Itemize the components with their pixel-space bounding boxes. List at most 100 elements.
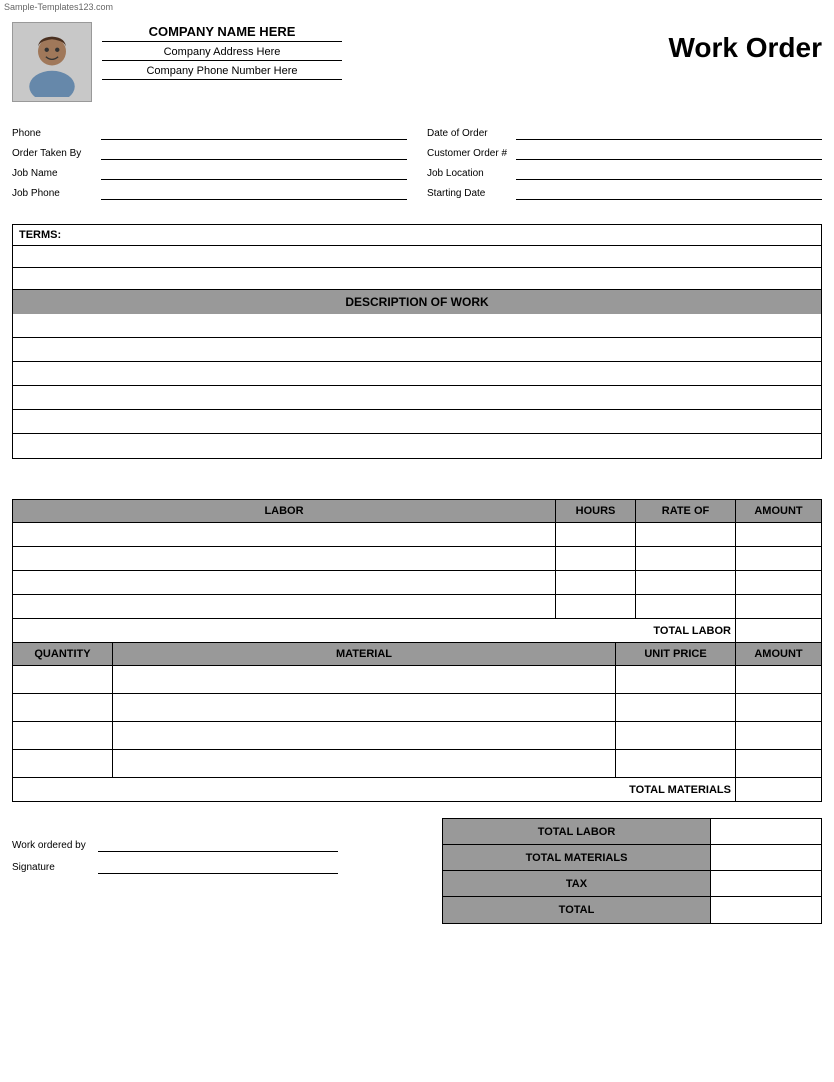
job-phone-label: Job Phone [12,188,97,199]
summary-value-total-materials[interactable] [711,845,821,870]
terms-header: TERMS: [13,225,821,246]
job-phone-field: Job Phone [12,186,407,200]
form-row-3: Job Name Job Location [12,166,822,180]
form-row-4: Job Phone Starting Date [12,186,822,200]
materials-data-row-1[interactable] [13,665,821,693]
labor-col-header-amount: AMOUNT [736,500,821,522]
labor-total-value[interactable] [736,619,821,642]
summary-label-tax: TAX [443,871,711,896]
form-row-1: Phone Date of Order [12,126,822,140]
labor-cell-4-3[interactable] [636,595,736,618]
date-of-order-label: Date of Order [427,128,512,139]
mat-cell-4-1[interactable] [13,750,113,777]
phone-input-line[interactable] [101,126,407,140]
date-of-order-input-line[interactable] [516,126,822,140]
materials-header-row: QUANTITY MATERIAL UNIT PRICE AMOUNT [13,642,821,665]
phone-label: Phone [12,128,97,139]
desc-row-2[interactable] [13,338,821,362]
work-ordered-by-label: Work ordered by [12,840,92,851]
work-ordered-by-input[interactable] [98,838,338,852]
labor-data-row-2[interactable] [13,546,821,570]
labor-cell-3-3[interactable] [636,571,736,594]
order-taken-by-input-line[interactable] [101,146,407,160]
labor-cell-2-4[interactable] [736,547,821,570]
summary-table: TOTAL LABOR TOTAL MATERIALS TAX TOTAL [442,818,822,924]
labor-data-row-3[interactable] [13,570,821,594]
labor-cell-3-2[interactable] [556,571,636,594]
terms-section: TERMS: DESCRIPTION OF WORK [12,224,822,459]
mat-cell-3-1[interactable] [13,722,113,749]
job-phone-input-line[interactable] [101,186,407,200]
materials-data-row-4[interactable] [13,749,821,777]
labor-col-header-hours: HOURS [556,500,636,522]
mat-cell-2-2[interactable] [113,694,616,721]
summary-value-total-labor[interactable] [711,819,821,844]
labor-cell-3-1[interactable] [13,571,556,594]
labor-total-row: TOTAL LABOR [13,618,821,642]
summary-row-total: TOTAL [443,897,821,923]
labor-total-spacer [13,619,636,642]
mat-cell-1-3[interactable] [616,666,736,693]
labor-cell-2-3[interactable] [636,547,736,570]
labor-data-row-1[interactable] [13,522,821,546]
mat-cell-1-2[interactable] [113,666,616,693]
description-header: DESCRIPTION OF WORK [13,290,821,314]
labor-cell-4-2[interactable] [556,595,636,618]
labor-cell-1-4[interactable] [736,523,821,546]
mat-cell-4-3[interactable] [616,750,736,777]
labor-cell-1-1[interactable] [13,523,556,546]
customer-order-input-line[interactable] [516,146,822,160]
work-ordered-by-row: Work ordered by [12,838,338,852]
materials-data-row-3[interactable] [13,721,821,749]
desc-row-5[interactable] [13,410,821,434]
mat-cell-3-4[interactable] [736,722,821,749]
mat-cell-3-2[interactable] [113,722,616,749]
company-name: COMPANY NAME HERE [102,24,342,42]
materials-total-spacer [13,778,616,801]
labor-cell-4-4[interactable] [736,595,821,618]
mat-cell-2-4[interactable] [736,694,821,721]
materials-data-row-2[interactable] [13,693,821,721]
mat-cell-2-1[interactable] [13,694,113,721]
labor-cell-2-1[interactable] [13,547,556,570]
job-name-input-line[interactable] [101,166,407,180]
labor-cell-2-2[interactable] [556,547,636,570]
labor-data-row-4[interactable] [13,594,821,618]
starting-date-field: Starting Date [427,186,822,200]
mat-cell-3-3[interactable] [616,722,736,749]
labor-cell-3-4[interactable] [736,571,821,594]
signature-input[interactable] [98,860,338,874]
summary-value-tax[interactable] [711,871,821,896]
starting-date-input-line[interactable] [516,186,822,200]
summary-label-total-materials: TOTAL MATERIALS [443,845,711,870]
labor-cell-4-1[interactable] [13,595,556,618]
form-row-2: Order Taken By Customer Order # [12,146,822,160]
desc-row-1[interactable] [13,314,821,338]
header-section: COMPANY NAME HERE Company Address Here C… [0,14,834,106]
avatar [12,22,92,102]
mat-cell-2-3[interactable] [616,694,736,721]
summary-label-total-labor: TOTAL LABOR [443,819,711,844]
labor-col-header-rate: RATE OF [636,500,736,522]
desc-row-3[interactable] [13,362,821,386]
labor-cell-1-2[interactable] [556,523,636,546]
materials-total-label: TOTAL MATERIALS [616,778,736,801]
job-location-input-line[interactable] [516,166,822,180]
terms-row-2[interactable] [13,268,821,290]
form-section: Phone Date of Order Order Taken By Custo… [0,106,834,214]
materials-col-header-unit-price: UNIT PRICE [616,643,736,665]
desc-row-6[interactable] [13,434,821,458]
summary-row-tax: TAX [443,871,821,897]
desc-row-4[interactable] [13,386,821,410]
materials-total-value[interactable] [736,778,821,801]
mat-cell-1-4[interactable] [736,666,821,693]
summary-value-total[interactable] [711,897,821,923]
terms-row-1[interactable] [13,246,821,268]
mat-cell-4-2[interactable] [113,750,616,777]
labor-cell-1-3[interactable] [636,523,736,546]
job-name-field: Job Name [12,166,407,180]
mat-cell-1-1[interactable] [13,666,113,693]
company-phone: Company Phone Number Here [102,65,342,80]
labor-total-label: TOTAL LABOR [636,619,736,642]
mat-cell-4-4[interactable] [736,750,821,777]
